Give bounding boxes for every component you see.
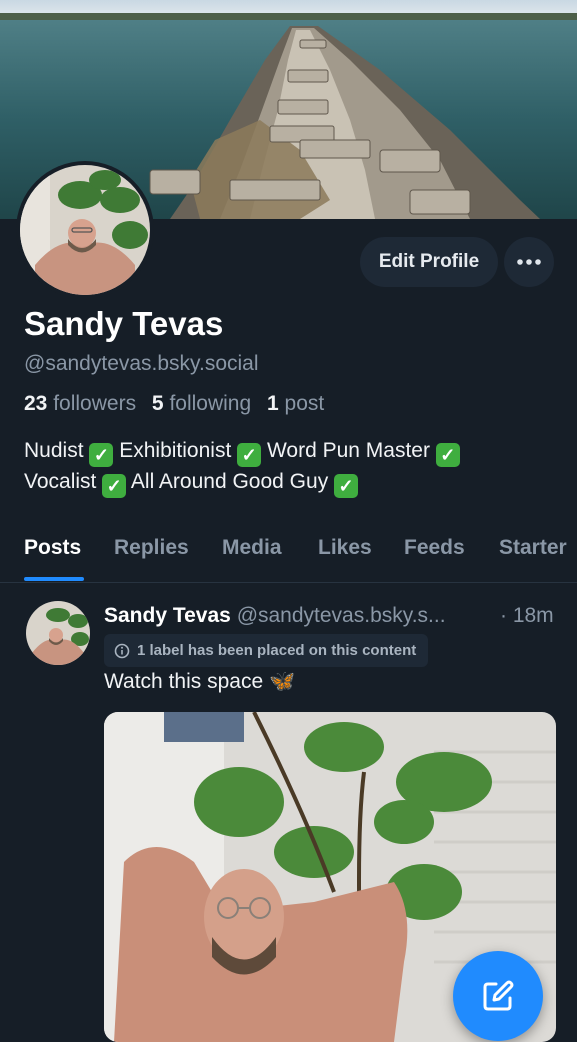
bio-item: Word Pun Master — [266, 439, 430, 462]
followers-label: followers — [53, 392, 137, 415]
following-label: following — [169, 392, 252, 415]
following-count: 5 — [151, 392, 164, 415]
label-notice-text: 1 label has been placed on this content — [137, 642, 417, 659]
profile-stats: 23 followers 5 following 1 post — [24, 392, 334, 416]
bio-item: Vocalist — [24, 470, 97, 493]
check-mark-icon: ✓ — [237, 443, 262, 467]
bio-item: Exhibitionist — [119, 439, 232, 462]
profile-handle: @sandytevas.bsky.social — [24, 352, 259, 375]
post-author-name[interactable]: Sandy Tevas — [104, 604, 231, 627]
check-mark-icon: ✓ — [89, 443, 114, 467]
compose-button[interactable] — [453, 951, 543, 1041]
tab-posts[interactable]: Posts — [24, 536, 81, 560]
more-options-button[interactable] — [504, 237, 554, 287]
post-timestamp[interactable]: · 18m — [500, 604, 554, 628]
info-icon — [114, 643, 130, 658]
compose-icon — [483, 980, 514, 1011]
profile-bio: Nudist ✓ Exhibitionist ✓ Word Pun Master… — [24, 436, 554, 498]
display-name: Sandy Tevas — [24, 305, 224, 342]
bio-item: Nudist — [24, 439, 84, 462]
post-text: Watch this space 🦋 — [104, 670, 296, 693]
tab-media[interactable]: Media — [222, 536, 282, 560]
avatar — [20, 165, 150, 295]
posts-count: 1 — [267, 392, 279, 415]
check-mark-icon: ✓ — [334, 474, 359, 498]
check-mark-icon: ✓ — [102, 474, 127, 498]
bio-line-1: Nudist ✓ Exhibitionist ✓ Word Pun Master… — [24, 436, 554, 467]
active-tab-indicator — [24, 577, 84, 581]
posts-stat: 1 post — [267, 392, 324, 415]
posts-label: post — [284, 392, 325, 415]
followers-stat[interactable]: 23 followers — [24, 392, 142, 415]
profile-avatar[interactable] — [16, 161, 154, 299]
tab-replies[interactable]: Replies — [114, 536, 189, 560]
post-author-avatar[interactable] — [26, 601, 90, 665]
check-mark-icon: ✓ — [435, 443, 460, 467]
tab-feeds[interactable]: Feeds — [404, 536, 465, 560]
content-label-notice[interactable]: 1 label has been placed on this content — [104, 634, 429, 667]
followers-count: 23 — [24, 392, 48, 415]
edit-profile-button[interactable]: Edit Profile — [360, 237, 498, 287]
following-stat[interactable]: 5 following — [152, 392, 257, 415]
profile-tabs: Posts Replies Media Likes Feeds Starter — [0, 530, 577, 583]
tab-starter[interactable]: Starter — [499, 536, 567, 560]
post-header: Sandy Tevas @sandytevas.bsky.s... — [104, 604, 446, 628]
post-author-handle[interactable]: @sandytevas.bsky.s... — [237, 604, 446, 627]
bio-line-2: Vocalist ✓ All Around Good Guy ✓ — [24, 467, 554, 498]
ellipsis-icon — [517, 259, 541, 265]
bio-item: All Around Good Guy — [130, 470, 329, 493]
tab-likes[interactable]: Likes — [318, 536, 372, 560]
